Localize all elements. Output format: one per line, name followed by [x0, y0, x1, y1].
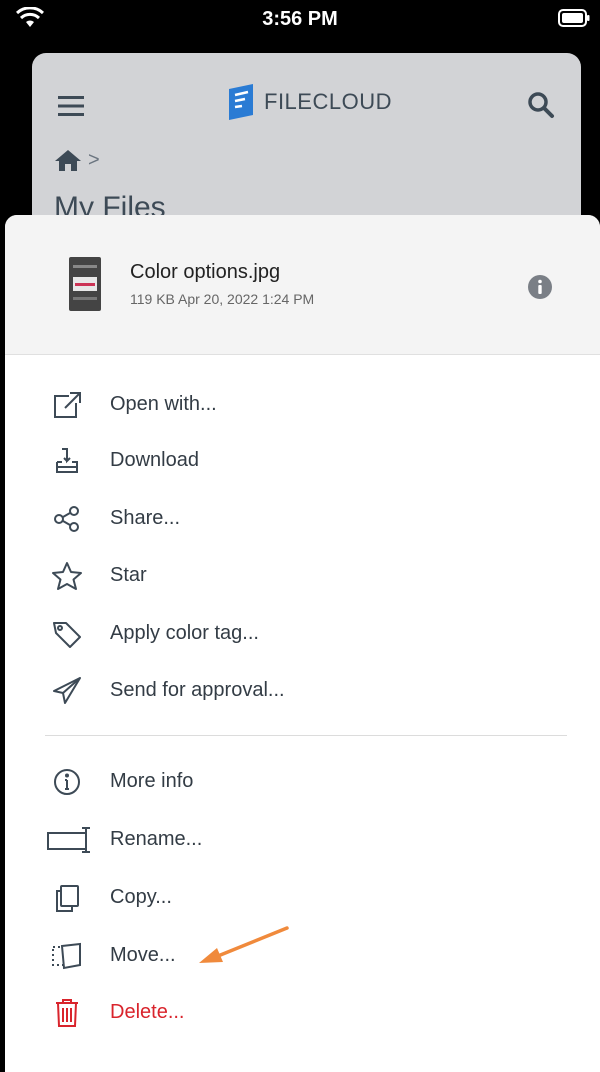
menu-label: Copy...: [110, 886, 172, 908]
menu-label: Apply color tag...: [110, 622, 259, 644]
menu-label: Delete...: [110, 1001, 185, 1023]
menu-label: More info: [110, 770, 194, 792]
search-icon[interactable]: [527, 91, 555, 119]
annotation-arrow-icon: [199, 926, 289, 963]
menu-item-send-for-approval[interactable]: Send for approval...: [5, 666, 600, 716]
star-icon: [50, 561, 84, 591]
filecloud-logo: FILECLOUD: [226, 83, 392, 121]
menu-label: Move...: [110, 944, 176, 966]
share-icon: [50, 504, 84, 534]
menu-item-download[interactable]: Download: [5, 436, 600, 486]
breadcrumb: >: [54, 148, 100, 172]
menu-label: Share...: [110, 507, 181, 529]
status-bar: 3:56 PM: [0, 0, 600, 44]
tag-icon: [50, 619, 84, 649]
menu-divider: [45, 735, 567, 736]
menu-item-move[interactable]: Move...: [5, 931, 600, 981]
filecloud-logo-icon: [229, 84, 253, 120]
menu-label: Open with...: [110, 393, 217, 415]
hamburger-menu-icon[interactable]: [58, 95, 84, 117]
download-icon: [50, 446, 84, 476]
menu-item-more-info[interactable]: More info: [5, 757, 600, 807]
rename-icon: [45, 825, 95, 855]
open-external-icon: [50, 390, 84, 420]
logo-text: FILECLOUD: [264, 89, 392, 114]
breadcrumb-separator: >: [88, 148, 100, 171]
menu-item-apply-color-tag[interactable]: Apply color tag...: [5, 609, 600, 659]
status-time: 3:56 PM: [262, 8, 338, 30]
send-icon: [50, 676, 84, 706]
info-icon[interactable]: [527, 274, 553, 300]
menu-label: Star: [110, 564, 147, 586]
battery-icon: [558, 9, 590, 27]
file-meta: 119 KB Apr 20, 2022 1:24 PM: [130, 291, 315, 307]
home-icon[interactable]: [54, 148, 82, 172]
file-thumbnail: [69, 257, 101, 311]
menu-label: Rename...: [110, 828, 203, 850]
menu-item-copy[interactable]: Copy...: [5, 873, 600, 923]
move-icon: [50, 941, 84, 971]
info-circle-icon: [50, 767, 84, 797]
file-name: Color options.jpg: [130, 261, 281, 283]
menu-item-open-with[interactable]: Open with...: [5, 380, 600, 430]
trash-icon: [50, 998, 84, 1028]
menu-label: Send for approval...: [110, 679, 285, 701]
menu-item-star[interactable]: Star: [5, 551, 600, 601]
menu-item-delete[interactable]: Delete...: [5, 988, 600, 1038]
menu-item-share[interactable]: Share...: [5, 494, 600, 544]
action-sheet: Color options.jpg 119 KB Apr 20, 2022 1:…: [5, 215, 600, 1072]
menu-item-rename[interactable]: Rename...: [5, 815, 600, 865]
menu-label: Download: [110, 449, 199, 471]
file-header: Color options.jpg 119 KB Apr 20, 2022 1:…: [5, 215, 600, 355]
copy-icon: [50, 883, 84, 913]
